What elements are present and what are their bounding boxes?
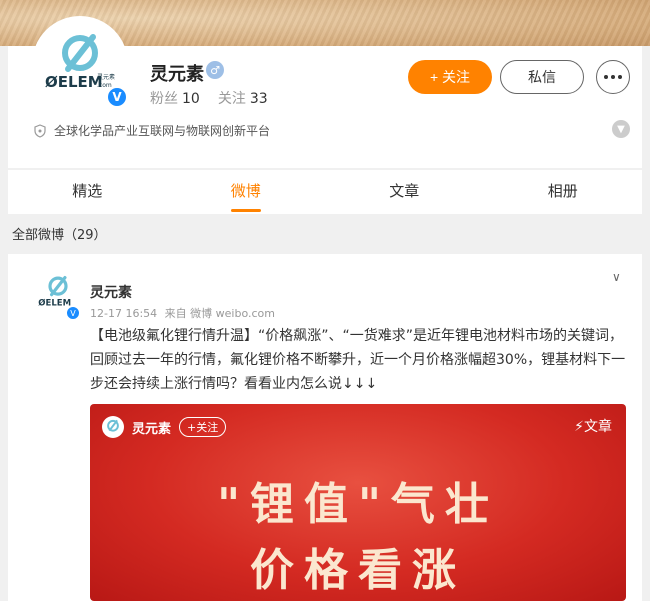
dot-icon [618, 75, 622, 79]
following-count[interactable]: 33 [250, 91, 268, 107]
profile-description: 全球化学品产业互联网与物联网创新平台 [34, 122, 270, 139]
profile-card: ØELEM 灵元素 .com V 灵元素 ♂ 粉丝 10 关注 33 + 关注 私信 … [8, 16, 642, 168]
dot-icon [604, 75, 608, 79]
tab-album[interactable]: 相册 [484, 170, 643, 214]
post-source: 来自 微博 weibo.com [164, 307, 275, 320]
follow-button[interactable]: + 关注 [408, 60, 492, 94]
media-header: 灵元素 +关注 [102, 416, 227, 438]
profile-name: 灵元素 [150, 64, 204, 85]
media-headline-line1: "锂值"气壮 [217, 479, 499, 530]
dot-icon [611, 75, 615, 79]
post-media-card[interactable]: 灵元素 +关注 ⚡文章 "锂值"气壮 价格看涨 [90, 404, 626, 601]
post-date[interactable]: 12-17 16:54 [90, 307, 157, 320]
following-label[interactable]: 关注 [218, 91, 246, 107]
post-meta: 12-17 16:54 来自 微博 weibo.com [90, 305, 279, 321]
feed-count[interactable]: 全部微博（29） [12, 224, 107, 243]
profile-stats: 粉丝 10 关注 33 [150, 88, 286, 108]
svg-text:灵元素: 灵元素 [97, 73, 115, 81]
fans-label[interactable]: 粉丝 [150, 91, 178, 107]
description-text: 全球化学品产业互联网与物联网创新平台 [54, 124, 271, 138]
gender-male-icon: ♂ [206, 61, 224, 79]
media-avatar[interactable] [102, 416, 124, 438]
chevron-down-icon[interactable]: ▼ [612, 120, 630, 138]
media-follow-button[interactable]: +关注 [179, 417, 227, 437]
tab-articles[interactable]: 文章 [325, 170, 484, 214]
chevron-down-icon[interactable]: ∨ [612, 270, 621, 284]
shield-icon [34, 123, 46, 138]
fans-count[interactable]: 10 [182, 91, 200, 107]
media-author[interactable]: 灵元素 [132, 418, 171, 437]
tab-featured[interactable]: 精选 [8, 170, 167, 214]
profile-tabs: 精选 微博 文章 相册 [8, 170, 642, 214]
svg-text:ØELEM: ØELEM [38, 297, 71, 308]
verified-icon: V [106, 86, 128, 108]
media-headline-line2: 价格看涨 [250, 545, 466, 596]
logo-icon [107, 419, 119, 432]
article-tag: ⚡文章 [574, 419, 612, 435]
more-options-button[interactable] [596, 60, 630, 94]
post-text: 【电池级氟化锂行情升温】“价格飙涨”、“一货难求”是近年锂电池材料市场的关键词，… [90, 328, 626, 392]
tab-weibo[interactable]: 微博 [167, 170, 326, 214]
post-card: ØELEM V 灵元素 12-17 16:54 来自 微博 weibo.com … [8, 254, 642, 601]
message-button[interactable]: 私信 [500, 60, 584, 94]
verified-icon: V [66, 306, 80, 320]
svg-text:ØELEM: ØELEM [45, 73, 103, 91]
post-author[interactable]: 灵元素 [90, 282, 132, 302]
